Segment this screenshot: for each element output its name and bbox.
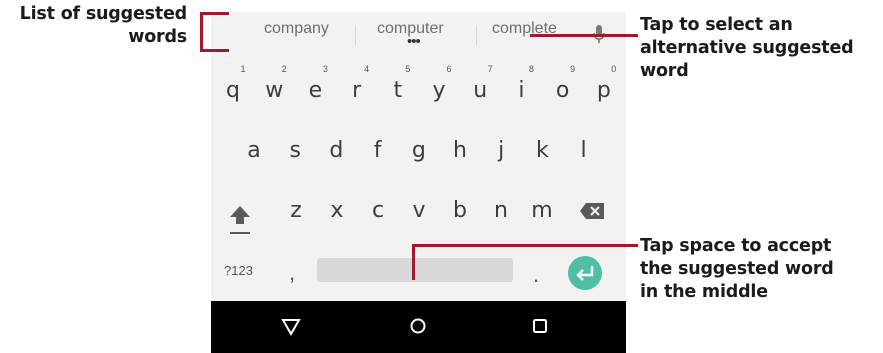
- callout-line: alternative suggested: [640, 38, 854, 58]
- callout-space-accept: Tap space to accept the suggested word i…: [640, 235, 834, 304]
- key-label: a: [247, 138, 261, 163]
- keyboard: company computer ••• complete ?123 , . q…: [211, 12, 626, 301]
- key-label: v: [412, 198, 426, 223]
- key-label: l: [580, 138, 587, 163]
- key-label: t: [393, 78, 403, 103]
- key-b[interactable]: b: [443, 198, 477, 223]
- space-bar[interactable]: [317, 258, 513, 282]
- suggestion-left[interactable]: company: [264, 20, 329, 38]
- callout-line: List of suggested: [19, 4, 188, 24]
- key-f[interactable]: f: [361, 138, 395, 163]
- key-label: k: [536, 138, 549, 163]
- key-i[interactable]: i: [504, 78, 538, 103]
- key-label: j: [498, 138, 505, 163]
- square-recents-icon[interactable]: [529, 315, 551, 337]
- callout-line: the suggested word: [640, 259, 834, 279]
- comma-key[interactable]: ,: [289, 260, 295, 286]
- circle-home-icon[interactable]: [407, 315, 429, 337]
- key-label: n: [494, 198, 508, 223]
- key-label: w: [265, 78, 284, 103]
- suggestion-divider: [476, 25, 477, 45]
- key-k[interactable]: k: [525, 138, 559, 163]
- callout-line: words: [128, 27, 187, 47]
- key-label: c: [371, 198, 385, 223]
- key-c[interactable]: c: [361, 198, 395, 223]
- leader-line-right-top: [530, 34, 638, 37]
- enter-key[interactable]: [568, 256, 602, 290]
- key-d[interactable]: d: [319, 138, 353, 163]
- leader-line-left: [200, 12, 229, 15]
- callout-suggested-words-list: List of suggested words: [4, 3, 188, 49]
- period-key[interactable]: .: [533, 262, 539, 288]
- callout-line: in the middle: [640, 282, 768, 302]
- key-o[interactable]: o: [546, 78, 580, 103]
- callout-line: word: [640, 61, 689, 81]
- key-label: r: [352, 78, 362, 103]
- key-t[interactable]: t: [381, 78, 415, 103]
- key-p[interactable]: p: [587, 78, 621, 103]
- key-v[interactable]: v: [402, 198, 436, 223]
- key-number-hint: 4: [364, 64, 370, 74]
- leader-line-right-bottom: [412, 244, 638, 247]
- backspace-icon[interactable]: [579, 202, 605, 220]
- key-e[interactable]: e: [298, 78, 332, 103]
- key-label: m: [531, 198, 553, 223]
- key-label: q: [226, 78, 240, 103]
- key-l[interactable]: l: [567, 138, 601, 163]
- callout-line: Tap to select an: [640, 15, 793, 35]
- key-number-hint: 3: [322, 64, 328, 74]
- leader-line-left: [200, 12, 203, 52]
- key-label: s: [289, 138, 301, 163]
- key-y[interactable]: y: [422, 78, 456, 103]
- key-w[interactable]: w: [257, 78, 291, 103]
- suggestion-divider: [355, 25, 356, 45]
- suggestion-strip: company computer ••• complete: [211, 12, 626, 54]
- key-label: h: [453, 138, 467, 163]
- key-label: u: [473, 78, 488, 103]
- key-x[interactable]: x: [320, 198, 354, 223]
- key-label: z: [290, 198, 302, 223]
- key-number-hint: 7: [487, 64, 493, 74]
- key-m[interactable]: m: [525, 198, 559, 223]
- symbols-key[interactable]: ?123: [224, 263, 253, 278]
- key-label: i: [518, 78, 525, 103]
- more-suggestions-indicator[interactable]: •••: [407, 34, 421, 49]
- key-label: y: [432, 78, 446, 103]
- key-number-hint: 5: [405, 64, 411, 74]
- phone-screen: company computer ••• complete ?123 , . q…: [211, 12, 626, 353]
- callout-line: Tap space to accept: [640, 236, 832, 256]
- key-label: b: [453, 198, 467, 223]
- leader-line-left: [200, 49, 229, 52]
- key-number-hint: 0: [611, 64, 617, 74]
- callout-select-alternative: Tap to select an alternative suggested w…: [640, 14, 854, 83]
- key-number-hint: 9: [570, 64, 576, 74]
- key-label: d: [329, 138, 344, 163]
- enter-arrow-icon: [576, 266, 594, 281]
- key-number-hint: 6: [446, 64, 452, 74]
- key-q[interactable]: q: [216, 78, 250, 103]
- key-number-hint: 8: [528, 64, 534, 74]
- key-label: o: [555, 78, 570, 103]
- triangle-back-icon[interactable]: [280, 315, 302, 337]
- leader-line-right-bottom: [412, 244, 415, 280]
- key-label: g: [411, 138, 426, 163]
- key-label: x: [330, 198, 344, 223]
- key-r[interactable]: r: [340, 78, 374, 103]
- key-h[interactable]: h: [443, 138, 477, 163]
- key-number-hint: 2: [281, 64, 287, 74]
- key-label: f: [373, 138, 382, 163]
- shift-arrow-icon[interactable]: [229, 204, 251, 236]
- key-u[interactable]: u: [463, 78, 497, 103]
- key-j[interactable]: j: [484, 138, 518, 163]
- key-z[interactable]: z: [279, 198, 313, 223]
- key-s[interactable]: s: [278, 138, 312, 163]
- key-a[interactable]: a: [237, 138, 271, 163]
- key-n[interactable]: n: [484, 198, 518, 223]
- key-label: e: [308, 78, 323, 103]
- navigation-bar: [211, 301, 626, 353]
- key-g[interactable]: g: [402, 138, 436, 163]
- key-label: p: [596, 78, 611, 103]
- key-number-hint: 1: [240, 64, 246, 74]
